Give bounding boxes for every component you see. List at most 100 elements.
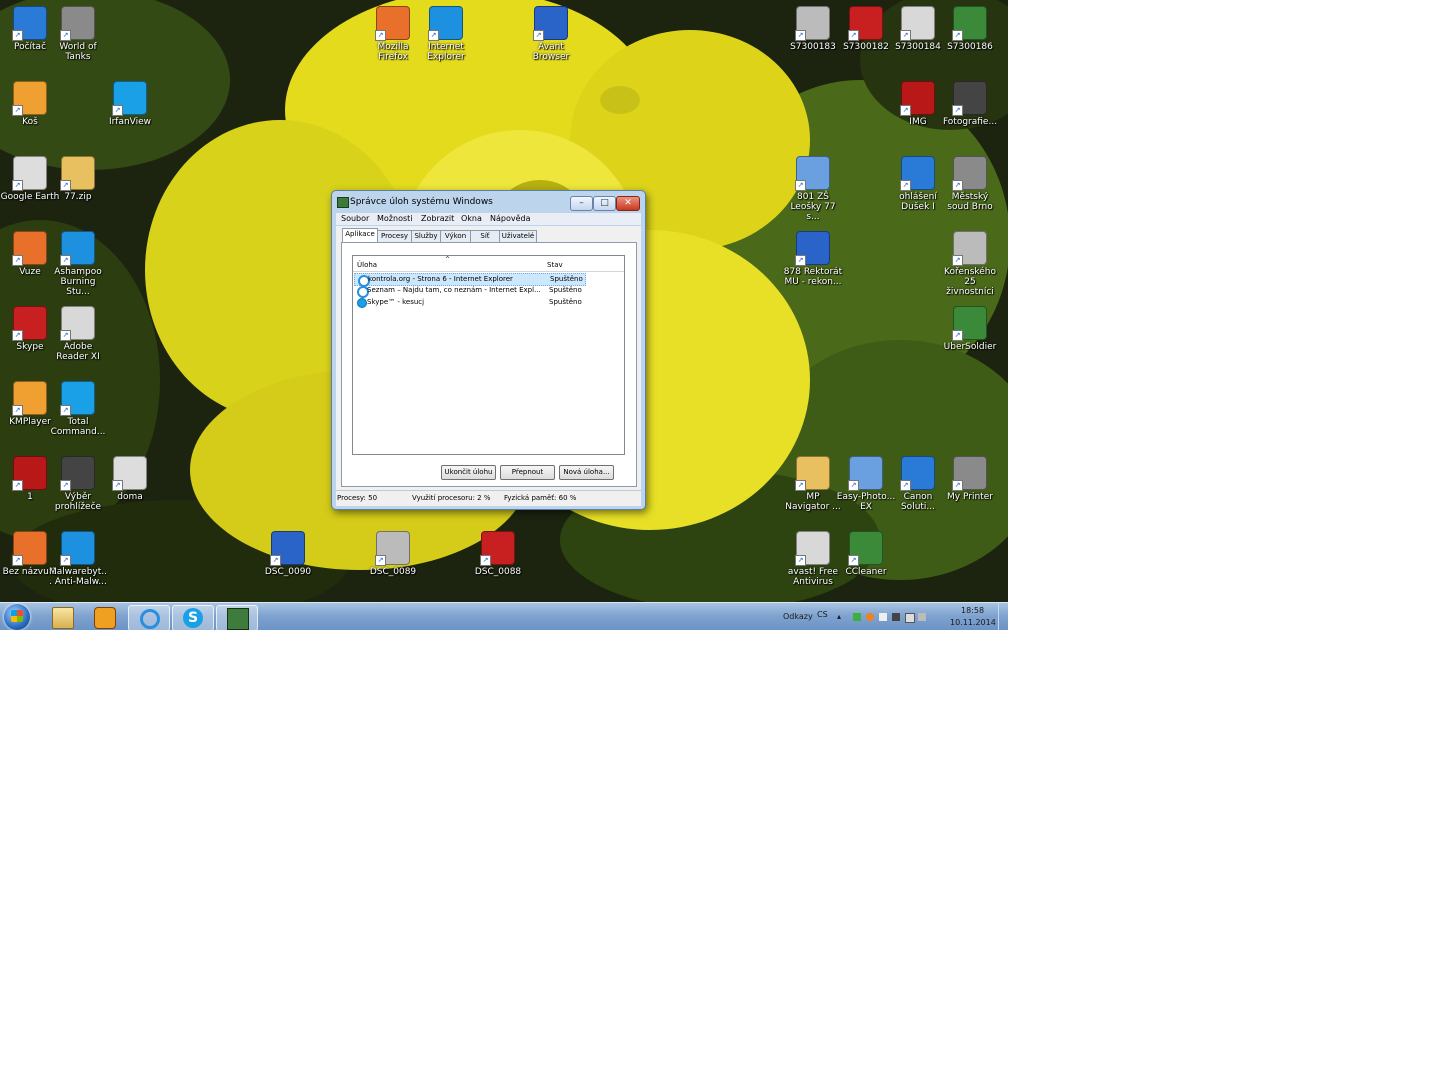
desktop-icon-label: Malwarebyt... Anti-Malw... — [49, 567, 107, 587]
system-tray: Odkazy CS ▴ 18:58 10.11.2014 — [780, 603, 1008, 630]
desktop-icon-label: S7300184 — [895, 42, 941, 52]
task-name: Seznam – Najdu tam, co neznám - Internet… — [367, 286, 541, 294]
desktop-icon[interactable]: ↗ Canon Soluti... — [888, 456, 948, 512]
desktop-icon-label: Total Command... — [50, 417, 106, 437]
desktop-icon[interactable]: ↗ Mozilla Firefox — [363, 6, 423, 62]
minimize-button[interactable]: – — [570, 196, 593, 211]
app-icon: ↗ — [375, 531, 410, 566]
clock-date[interactable]: 10.11.2014 — [950, 618, 996, 627]
desktop-icon[interactable]: ↗ doma — [100, 456, 160, 502]
taskbar-explorer[interactable] — [42, 605, 82, 629]
desktop-icon[interactable]: ↗ IMG — [888, 81, 948, 127]
taskbar-skype[interactable]: S — [172, 605, 214, 630]
table-row[interactable]: Skype™ - kesucj Spuštěno — [354, 297, 584, 308]
column-status[interactable]: Stav — [547, 261, 563, 269]
desktop-icon-label: DSC_0088 — [474, 567, 522, 577]
end-task-button[interactable]: Ukončit úlohu — [441, 465, 496, 480]
desktop-icon[interactable]: ↗ S7300186 — [940, 6, 1000, 52]
menu-help[interactable]: Nápověda — [490, 214, 531, 223]
action-center-icon[interactable] — [892, 613, 900, 621]
show-desktop-button[interactable] — [998, 603, 1008, 630]
desktop-icon[interactable]: ↗ Koš — [0, 81, 60, 127]
table-row[interactable]: Seznam – Najdu tam, co neznám - Internet… — [354, 285, 584, 298]
column-task[interactable]: Úloha — [357, 261, 377, 269]
taskbar-internet-explorer[interactable] — [128, 605, 170, 630]
volume-icon[interactable] — [879, 613, 887, 621]
tab-performance[interactable]: Výkon — [440, 230, 471, 242]
links-toolbar[interactable]: Odkazy — [783, 612, 813, 621]
switch-to-button[interactable]: Přepnout — [500, 465, 555, 480]
desktop-icon[interactable]: ↗ DSC_0090 — [258, 531, 318, 577]
clock-time[interactable]: 18:58 — [961, 606, 984, 615]
shortcut-arrow-icon: ↗ — [12, 30, 23, 41]
new-task-button[interactable]: Nová úloha... — [559, 465, 614, 480]
maximize-button[interactable]: □ — [593, 196, 616, 211]
shortcut-arrow-icon: ↗ — [900, 480, 911, 491]
desktop-icon[interactable]: ↗ UberSoldier — [940, 306, 1000, 352]
desktop-icon[interactable]: ↗ Městský soud Brno — [940, 156, 1000, 212]
desktop-icon[interactable]: ↗ S7300183 — [783, 6, 843, 52]
language-indicator[interactable]: CS — [817, 610, 828, 619]
shortcut-arrow-icon: ↗ — [952, 105, 963, 116]
status-bar: Procesy: 50 Využití procesoru: 2 % Fyzic… — [336, 490, 641, 506]
tab-services[interactable]: Služby — [411, 230, 441, 242]
desktop-icon[interactable]: ↗ World of Tanks — [48, 6, 108, 62]
desktop-icon[interactable]: ↗ 878 Rektorát MU - rekon... — [783, 231, 843, 287]
desktop-icon[interactable]: ↗ Adobe Reader XI — [48, 306, 108, 362]
desktop-icon-label: DSC_0090 — [264, 567, 312, 577]
menu-windows[interactable]: Okna — [461, 214, 482, 223]
menu-view[interactable]: Zobrazit — [421, 214, 454, 223]
app-icon: ↗ — [12, 6, 47, 41]
menu-options[interactable]: Možnosti — [377, 214, 413, 223]
desktop-icon-label: Koš — [22, 117, 38, 127]
desktop-icon[interactable]: ↗ Easy-Photo... EX — [836, 456, 896, 512]
start-button[interactable] — [4, 604, 30, 630]
security-tray-icon[interactable] — [853, 613, 861, 621]
app-icon: ↗ — [60, 306, 95, 341]
shortcut-arrow-icon: ↗ — [795, 255, 806, 266]
network-icon[interactable] — [905, 613, 915, 623]
menu-file[interactable]: Soubor — [341, 214, 369, 223]
signal-icon[interactable] — [918, 613, 926, 621]
desktop-icon[interactable]: ↗ Avant Browser — [521, 6, 581, 62]
desktop-icon[interactable]: ↗ Výběr prohlížeče — [48, 456, 108, 512]
desktop-icon[interactable]: ↗ DSC_0088 — [468, 531, 528, 577]
app-icon: ↗ — [12, 156, 47, 191]
desktop-icon[interactable]: ↗ 77.zip — [48, 156, 108, 202]
desktop-icon[interactable]: ↗ ohlášení Dušek I — [888, 156, 948, 212]
media-player-icon — [94, 607, 116, 629]
avast-tray-icon[interactable] — [866, 613, 874, 621]
desktop-icon[interactable]: ↗ Ashampoo Burning Stu... — [48, 231, 108, 297]
desktop-icon[interactable]: ↗ avast! Free Antivirus — [783, 531, 843, 587]
shortcut-arrow-icon: ↗ — [12, 180, 23, 191]
desktop-icon[interactable]: ↗ My Printer — [940, 456, 1000, 502]
tab-users[interactable]: Uživatelé — [499, 230, 537, 242]
task-list[interactable]: Úloha Stav ^ kontrola.org - Strona 6 - I… — [352, 255, 625, 455]
taskbar-task-manager[interactable] — [216, 605, 258, 630]
status-processes: Procesy: 50 — [337, 494, 378, 502]
desktop-icon[interactable]: ↗ S7300182 — [836, 6, 896, 52]
desktop-icon[interactable]: ↗ IrfanView — [100, 81, 160, 127]
task-name: kontrola.org - Strona 6 - Internet Explo… — [368, 275, 513, 283]
close-button[interactable]: ✕ — [616, 196, 640, 211]
show-hidden-icons-icon[interactable]: ▴ — [837, 612, 841, 621]
desktop-icon[interactable]: ↗ Kořenského 25 živnostníci — [940, 231, 1000, 297]
tab-network[interactable]: Síť — [470, 230, 500, 242]
shortcut-arrow-icon: ↗ — [533, 30, 544, 41]
desktop-icon[interactable]: ↗ MP Navigator ... — [783, 456, 843, 512]
tab-processes[interactable]: Procesy — [377, 230, 412, 242]
desktop-icon[interactable]: ↗ S7300184 — [888, 6, 948, 52]
task-manager-window[interactable]: Správce úloh systému Windows – □ ✕ Soubo… — [331, 190, 646, 510]
desktop-icon-label: S7300186 — [947, 42, 993, 52]
desktop-icon-label: S7300183 — [790, 42, 836, 52]
desktop-icon[interactable]: ↗ CCleaner — [836, 531, 896, 577]
desktop-icon[interactable]: ↗ Total Command... — [48, 381, 108, 437]
desktop-icon[interactable]: ↗ Malwarebyt... Anti-Malw... — [48, 531, 108, 587]
desktop-icon[interactable]: ↗ DSC_0089 — [363, 531, 423, 577]
taskbar-media-player[interactable] — [84, 605, 124, 629]
title-bar[interactable]: Správce úloh systému Windows – □ ✕ — [332, 191, 645, 213]
desktop-icon[interactable]: ↗ Fotografie... — [940, 81, 1000, 127]
desktop-icon[interactable]: ↗ Internet Explorer — [416, 6, 476, 62]
desktop-icon[interactable]: ↗ 801 ZŠ Leošky 77 s... — [783, 156, 843, 222]
tab-applications[interactable]: Aplikace — [342, 228, 378, 243]
